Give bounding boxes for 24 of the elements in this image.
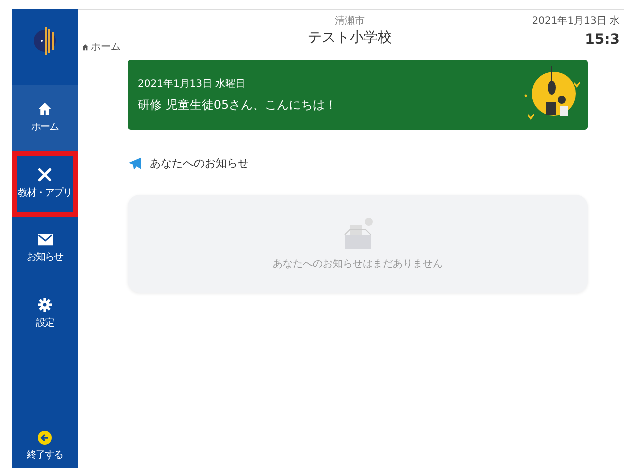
- back-arrow-icon: [38, 431, 52, 445]
- notices-heading: あなたへのお知らせ: [150, 156, 249, 171]
- city-name: 清瀬市: [335, 14, 366, 28]
- sidebar-item[interactable]: 教材・アプリ: [12, 151, 78, 217]
- envelope-icon: [38, 234, 52, 246]
- home-icon: [82, 44, 89, 50]
- sidebar-item[interactable]: お知らせ: [12, 217, 78, 281]
- sidebar-item-label: お知らせ: [27, 251, 63, 264]
- sidebar-item-label: 教材・アプリ: [18, 186, 72, 200]
- header-time: 15:3: [585, 32, 620, 48]
- school-name: テスト小学校: [308, 29, 392, 47]
- sidebar-item-label: 設定: [36, 316, 54, 330]
- settings-icon: [38, 298, 52, 312]
- greeting-text: 研修 児童生徒05さん、こんにちは！: [138, 96, 338, 114]
- breadcrumb-link[interactable]: ホーム: [91, 40, 121, 54]
- empty-message: あなたへのお知らせはまだありません: [273, 258, 443, 271]
- exit-button[interactable]: 終了する: [27, 431, 63, 468]
- banner-date: 2021年1月13日 水曜日: [138, 78, 247, 90]
- sidebar-item[interactable]: 設定: [12, 281, 78, 347]
- header-date: 2021年1月13日 水: [532, 14, 620, 28]
- paper-plane-icon: [128, 156, 142, 170]
- sidebar-item-label: ホーム: [32, 121, 58, 134]
- home-icon: [38, 102, 52, 116]
- sidebar-item[interactable]: ホーム: [12, 85, 78, 151]
